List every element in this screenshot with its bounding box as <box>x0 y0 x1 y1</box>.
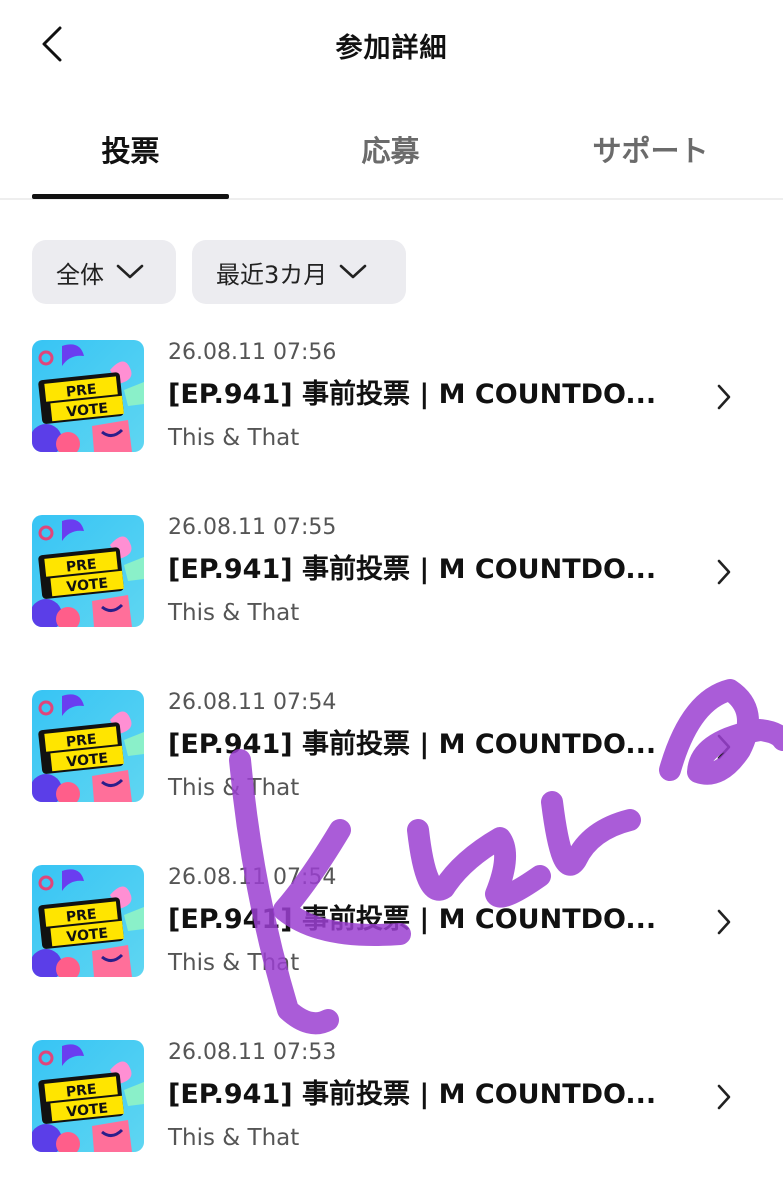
chevron-right-icon <box>710 382 738 412</box>
pre-vote-thumbnail: PRE VOTE <box>32 1040 144 1152</box>
tab-vote[interactable]: 投票 <box>32 100 229 198</box>
list-item[interactable]: PRE VOTE 26.08.11 07:54 [EP.941] 事前投票 | … <box>0 865 783 1015</box>
item-date: 26.08.11 07:53 <box>168 1040 337 1065</box>
item-subtitle: This & That <box>168 775 300 801</box>
item-date: 26.08.11 07:54 <box>168 690 337 715</box>
category-filter-dropdown[interactable]: 全体 <box>32 240 176 304</box>
period-filter-dropdown[interactable]: 最近3カ月 <box>192 240 406 304</box>
tab-bar: 投票 応募 サポート <box>0 100 783 200</box>
pre-vote-thumbnail: PRE VOTE <box>32 340 144 452</box>
list-item[interactable]: PRE VOTE 26.08.11 07:54 [EP.941] 事前投票 | … <box>0 690 783 840</box>
svg-text:PRE: PRE <box>65 1081 97 1100</box>
svg-text:PRE: PRE <box>65 381 97 400</box>
chevron-right-icon <box>710 1082 738 1112</box>
category-filter-value: 全体 <box>56 260 104 289</box>
tab-support[interactable]: サポート <box>552 100 749 198</box>
list-item[interactable]: PRE VOTE 26.08.11 07:56 [EP.941] 事前投票 | … <box>0 340 783 490</box>
item-title: [EP.941] 事前投票 | M COUNTDO... <box>168 1079 657 1110</box>
item-title: [EP.941] 事前投票 | M COUNTDO... <box>168 729 657 760</box>
pre-vote-thumbnail: PRE VOTE <box>32 865 144 977</box>
item-title: [EP.941] 事前投票 | M COUNTDO... <box>168 554 657 585</box>
top-bar: 参加詳細 <box>0 0 783 90</box>
list-item[interactable]: PRE VOTE 26.08.11 07:55 [EP.941] 事前投票 | … <box>0 515 783 665</box>
chevron-down-icon <box>116 264 144 280</box>
pre-vote-thumbnail: PRE VOTE <box>32 515 144 627</box>
item-date: 26.08.11 07:54 <box>168 865 337 890</box>
item-subtitle: This & That <box>168 600 300 626</box>
svg-text:PRE: PRE <box>65 556 97 575</box>
item-title: [EP.941] 事前投票 | M COUNTDO... <box>168 904 657 935</box>
item-date: 26.08.11 07:56 <box>168 340 337 365</box>
chevron-down-icon <box>339 264 367 280</box>
item-subtitle: This & That <box>168 950 300 976</box>
item-title: [EP.941] 事前投票 | M COUNTDO... <box>168 379 657 410</box>
svg-text:PRE: PRE <box>65 906 97 925</box>
period-filter-value: 最近3カ月 <box>216 260 328 289</box>
chevron-right-icon <box>710 907 738 937</box>
chevron-right-icon <box>710 557 738 587</box>
active-tab-indicator <box>32 194 229 199</box>
item-subtitle: This & That <box>168 1125 300 1151</box>
item-subtitle: This & That <box>168 425 300 451</box>
svg-text:PRE: PRE <box>65 731 97 750</box>
chevron-right-icon <box>710 732 738 762</box>
list-item[interactable]: PRE VOTE 26.08.11 07:53 [EP.941] 事前投票 | … <box>0 1040 783 1190</box>
item-date: 26.08.11 07:55 <box>168 515 337 540</box>
tab-application[interactable]: 応募 <box>292 100 489 198</box>
page-title: 参加詳細 <box>335 33 448 64</box>
pre-vote-thumbnail: PRE VOTE <box>32 690 144 802</box>
